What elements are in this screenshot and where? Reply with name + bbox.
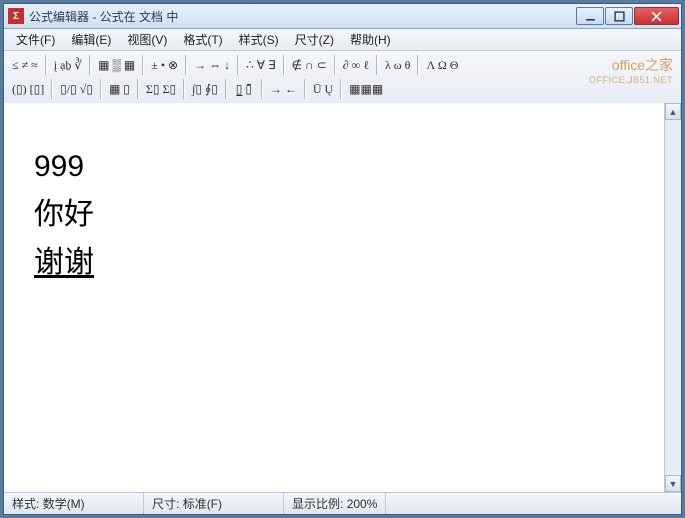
tb-greek-lower[interactable]: λ ω θ xyxy=(381,54,414,76)
tb-underover[interactable]: ▯̲ ▯̄ xyxy=(230,78,258,100)
toolbar-row-2: (▯) [▯] ▯/▯ √▯ ▦ ▯ Σ▯ Σ▯ ∫▯ ∮▯ ▯̲ ▯̄ → ←… xyxy=(8,77,677,101)
toolbar: office之家 OFFICE.JB51.NET ≤ ≠ ≈ į ạḇ ∛ ▦ … xyxy=(4,51,681,104)
status-style-value: 数学(M) xyxy=(43,495,85,512)
content-area: 999 你好 谢谢 ▲ ▼ xyxy=(4,103,681,492)
menu-help[interactable]: 帮助(H) xyxy=(342,29,399,50)
tb-labeled-arrows[interactable]: → ← xyxy=(266,78,301,100)
tb-greek-upper[interactable]: Λ Ω Θ xyxy=(422,54,462,76)
scroll-up-button[interactable]: ▲ xyxy=(665,103,681,120)
tb-embellish[interactable]: į ạḇ ∛ xyxy=(50,54,86,76)
watermark: office之家 OFFICE.JB51.NET xyxy=(589,55,673,85)
menu-style[interactable]: 样式(S) xyxy=(231,29,287,50)
tb-spaces[interactable]: ▦ ▒ ▦ xyxy=(94,54,139,76)
maximize-button[interactable] xyxy=(605,7,633,25)
vertical-scrollbar[interactable]: ▲ ▼ xyxy=(664,103,681,492)
status-style: 样式: 数学(M) xyxy=(4,493,144,514)
minimize-button[interactable] xyxy=(576,7,604,25)
menubar: 文件(F) 编辑(E) 视图(V) 格式(T) 样式(S) 尺寸(Z) 帮助(H… xyxy=(4,29,681,51)
editor-canvas[interactable]: 999 你好 谢谢 xyxy=(4,103,664,492)
scroll-track[interactable] xyxy=(665,120,681,475)
tb-integrals[interactable]: ∫▯ ∮▯ xyxy=(188,78,222,100)
status-zoom-label: 显示比例: xyxy=(292,495,343,512)
menu-view[interactable]: 视图(V) xyxy=(119,29,175,50)
menu-edit[interactable]: 编辑(E) xyxy=(63,29,119,50)
line-1: 999 xyxy=(34,143,634,191)
tb-sets[interactable]: ∉ ∩ ⊂ xyxy=(288,54,331,76)
tb-products[interactable]: Ū Ų xyxy=(309,78,337,100)
menu-file[interactable]: 文件(F) xyxy=(8,29,63,50)
tb-logic[interactable]: ∴ ∀ ∃ xyxy=(242,54,279,76)
titlebar[interactable]: Σ 公式编辑器 - 公式在 文档 中 xyxy=(4,4,681,29)
tb-operators[interactable]: ± • ⊗ xyxy=(147,54,182,76)
line-3: 谢谢 xyxy=(34,239,634,287)
tb-sums[interactable]: Σ▯ Σ▯ xyxy=(142,78,180,100)
tb-misc[interactable]: ∂ ∞ ℓ xyxy=(339,54,373,76)
tb-arrows[interactable]: → ⇔ ↓ xyxy=(190,54,234,76)
status-style-label: 样式: xyxy=(12,495,39,512)
close-button[interactable] xyxy=(634,7,679,25)
watermark-main: office之家 xyxy=(589,55,673,75)
menu-format[interactable]: 格式(T) xyxy=(175,29,230,50)
menu-size[interactable]: 尺寸(Z) xyxy=(287,29,342,50)
tb-fractions[interactable]: ▯/▯ √▯ xyxy=(56,78,97,100)
status-zoom-value: 200% xyxy=(347,497,378,511)
status-zoom: 显示比例: 200% xyxy=(284,493,386,514)
app-window: Σ 公式编辑器 - 公式在 文档 中 文件(F) 编辑(E) 视图(V) 格式(… xyxy=(3,3,682,515)
scroll-down-button[interactable]: ▼ xyxy=(665,475,681,492)
window-buttons xyxy=(576,7,679,25)
status-size: 尺寸: 标准(F) xyxy=(144,493,284,514)
tb-fences[interactable]: (▯) [▯] xyxy=(8,78,48,100)
status-size-value: 标准(F) xyxy=(183,495,222,512)
status-size-label: 尺寸: xyxy=(152,495,179,512)
app-icon: Σ xyxy=(8,8,24,24)
tb-matrices[interactable]: ▦▦▦ xyxy=(345,78,387,100)
window-title: 公式编辑器 - 公式在 文档 中 xyxy=(29,8,576,25)
watermark-sub: OFFICE.JB51.NET xyxy=(589,75,673,85)
tb-relations[interactable]: ≤ ≠ ≈ xyxy=(8,54,42,76)
line-2: 你好 xyxy=(34,191,634,239)
tb-subsup[interactable]: ▦ ▯ xyxy=(105,78,134,100)
statusbar: 样式: 数学(M) 尺寸: 标准(F) 显示比例: 200% xyxy=(4,492,681,514)
toolbar-row-1: ≤ ≠ ≈ į ạḇ ∛ ▦ ▒ ▦ ± • ⊗ → ⇔ ↓ ∴ ∀ ∃ ∉ ∩… xyxy=(8,53,677,77)
